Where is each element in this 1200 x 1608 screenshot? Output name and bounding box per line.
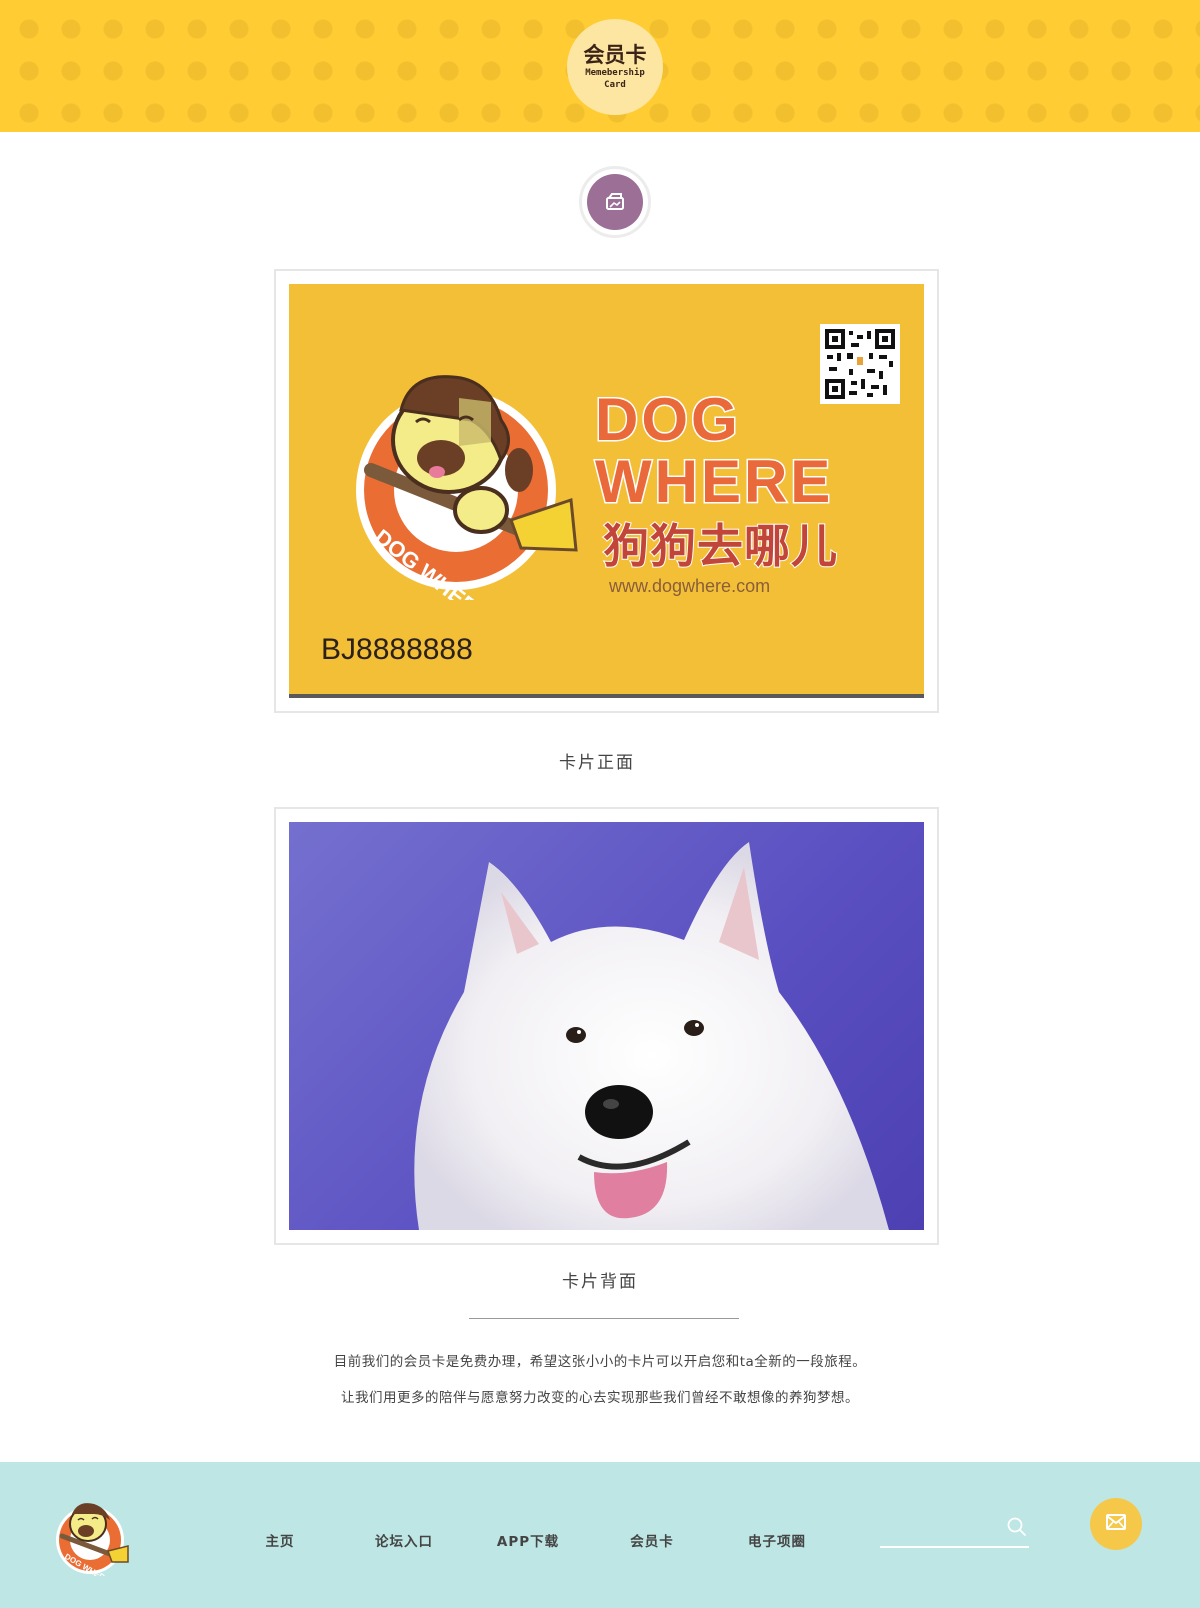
nav-forum[interactable]: 论坛入口: [349, 1530, 459, 1550]
description-line-2: 让我们用更多的陪伴与愿意努力改变的心去实现那些我们曾经不敢想像的养狗梦想。: [341, 1390, 859, 1406]
samoyed-photo: [289, 822, 924, 1230]
nav-app-download[interactable]: APP下载: [473, 1530, 583, 1550]
page-subtitle: Memebership Card: [585, 68, 645, 90]
card-front-frame: DOG WHERE· DOG WHERE 狗狗去哪儿 www.dogwhere.…: [274, 269, 939, 713]
card-back-caption: 卡片背面: [562, 1272, 638, 1292]
image-gallery-icon: [587, 174, 643, 230]
brand-url: www.dogwhere.com: [609, 576, 771, 596]
footer-logo[interactable]: DOG WHERE·: [52, 1496, 132, 1586]
nav-e-collar[interactable]: 电子项圈: [722, 1530, 832, 1550]
card-front-image: DOG WHERE· DOG WHERE 狗狗去哪儿 www.dogwhere.…: [289, 284, 924, 698]
nav-home[interactable]: 主页: [225, 1530, 335, 1550]
section-divider: [469, 1318, 739, 1319]
brand-line-where: WHERE: [593, 448, 834, 515]
qr-code: [820, 324, 900, 404]
brand-line-dog: DOG: [594, 386, 741, 453]
nav-membership-card[interactable]: 会员卡: [597, 1530, 707, 1550]
search-box: [880, 1510, 1029, 1548]
mail-button[interactable]: [1090, 1498, 1142, 1550]
section-icon-ring: [579, 166, 651, 238]
search-input[interactable]: [880, 1510, 1000, 1546]
page-title: 会员卡: [583, 43, 647, 67]
brand-chinese-name: 狗狗去哪儿: [602, 519, 838, 573]
card-number: BJ8888888: [321, 633, 473, 666]
footer: DOG WHERE· 主页 论坛入口 APP下载 会员卡 电子项圈: [0, 1462, 1200, 1608]
description-line-1: 目前我们的会员卡是免费办理，希望这张小小的卡片可以开启您和ta全新的一段旅程。: [333, 1354, 867, 1370]
mail-icon: [1106, 1514, 1126, 1534]
page-title-badge: 会员卡 Memebership Card: [567, 19, 663, 115]
header-banner: 会员卡 Memebership Card: [0, 0, 1200, 132]
search-icon[interactable]: [1005, 1515, 1029, 1539]
card-back-frame: [274, 807, 939, 1245]
card-front-caption: 卡片正面: [559, 753, 635, 773]
dogwhere-logo: DOG WHERE·: [356, 375, 578, 600]
